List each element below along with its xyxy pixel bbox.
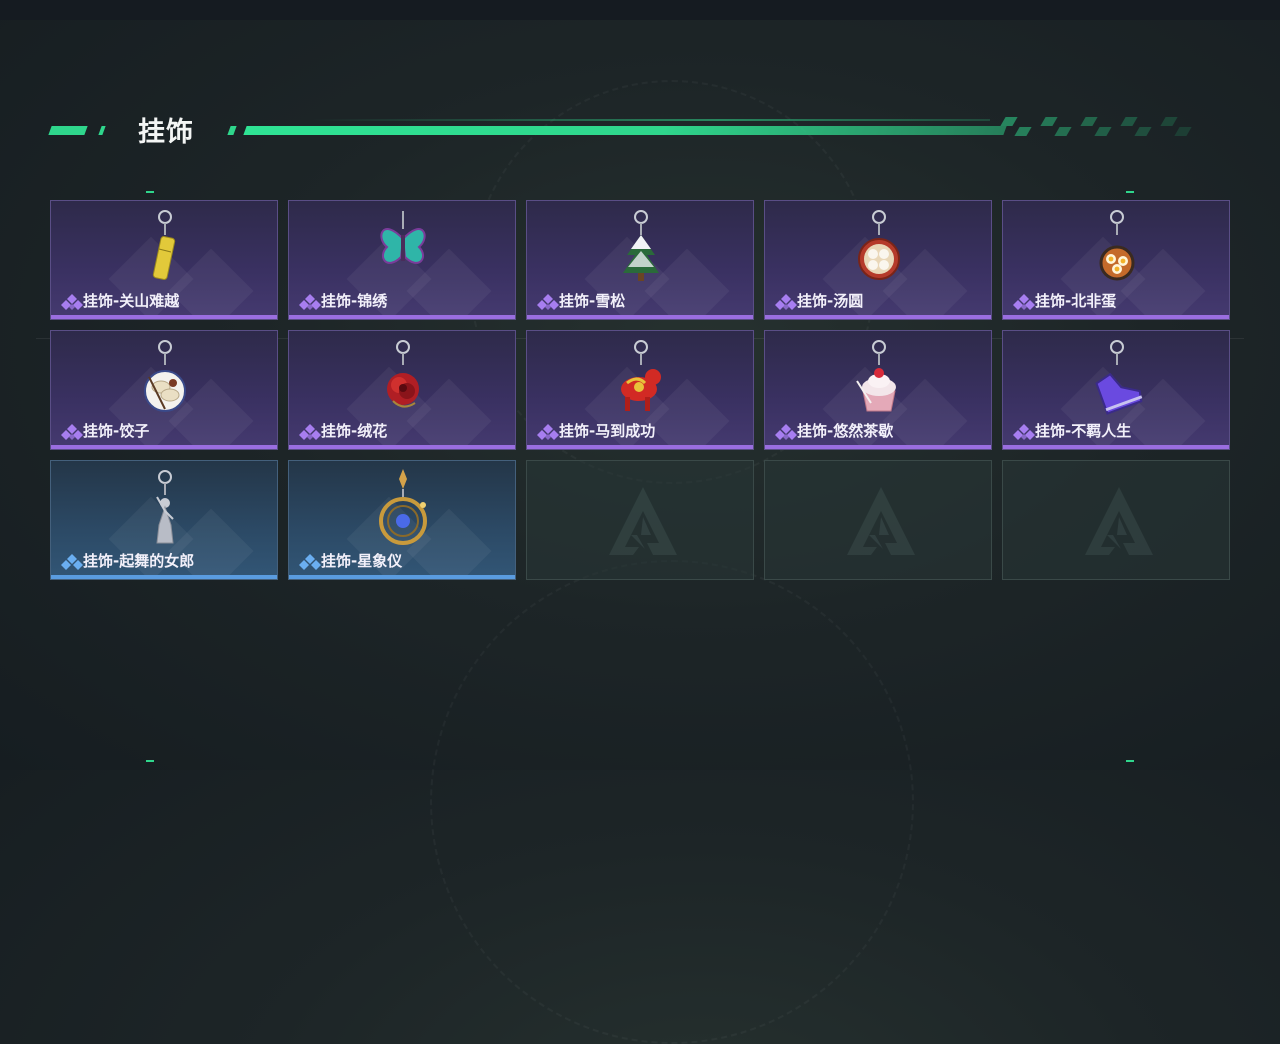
charm-card[interactable]: 挂饰-饺子 [50, 330, 278, 450]
corner-tick [146, 760, 154, 762]
purple-rarity-icon [775, 294, 797, 312]
empty-slot [526, 460, 754, 580]
charm-name: 挂饰-起舞的女郎 [83, 552, 195, 570]
header-checker-pattern [995, 117, 1200, 136]
purple-rarity-icon [61, 424, 83, 442]
rarity-underline [527, 445, 753, 449]
charm-name: 挂饰-饺子 [83, 422, 150, 440]
dumpling-plate-charm-icon [144, 340, 186, 412]
corner-tick [146, 191, 154, 193]
corner-tick [1126, 760, 1134, 762]
gold-bar-charm-icon [152, 210, 176, 280]
charm-card[interactable]: 挂饰-起舞的女郎 [50, 460, 278, 580]
game-logo-placeholder-icon [609, 487, 677, 555]
header-thin-line [310, 119, 990, 121]
red-horse-charm-icon [621, 340, 661, 411]
purple-rarity-icon [1013, 294, 1035, 312]
sneaker-charm-icon [1095, 340, 1143, 415]
corner-tick [1126, 191, 1134, 193]
charm-name: 挂饰-锦绣 [321, 292, 388, 310]
charm-name: 挂饰-绒花 [321, 422, 388, 440]
charm-card[interactable]: 挂饰-绒花 [288, 330, 516, 450]
empty-slot [1002, 460, 1230, 580]
charm-card[interactable]: 挂饰-星象仪 [288, 460, 516, 580]
charm-name: 挂饰-关山难越 [83, 292, 180, 310]
empty-slot [764, 460, 992, 580]
rarity-underline [765, 445, 991, 449]
cupcake-charm-icon [856, 340, 896, 412]
header-accent [98, 126, 106, 135]
rarity-underline [51, 315, 277, 319]
rarity-underline [289, 575, 515, 579]
rarity-underline [527, 315, 753, 319]
charm-name: 挂饰-雪松 [559, 292, 626, 310]
blue-rarity-icon [299, 554, 321, 572]
purple-rarity-icon [1013, 424, 1035, 442]
background-ring [430, 560, 914, 1044]
charm-card[interactable]: 挂饰-不羁人生 [1002, 330, 1230, 450]
game-logo-placeholder-icon [847, 487, 915, 555]
butterfly-charm-icon [380, 211, 426, 264]
blue-rarity-icon [61, 554, 83, 572]
top-bar [0, 0, 1280, 20]
rarity-underline [51, 445, 277, 449]
purple-rarity-icon [537, 294, 559, 312]
purple-rarity-icon [775, 424, 797, 442]
snowy-pine-charm-icon [623, 210, 659, 281]
charm-name: 挂饰-马到成功 [559, 422, 656, 440]
rarity-underline [1003, 445, 1229, 449]
velvet-flower-charm-icon [387, 340, 419, 408]
shakshuka-charm-icon [1099, 210, 1135, 281]
header-accent [48, 126, 88, 135]
section-title: 挂饰 [138, 117, 194, 148]
purple-rarity-icon [61, 294, 83, 312]
rarity-underline [51, 575, 277, 579]
rarity-underline [289, 315, 515, 319]
purple-rarity-icon [299, 294, 321, 312]
charm-card[interactable]: 挂饰-马到成功 [526, 330, 754, 450]
header-accent [227, 126, 237, 135]
rarity-underline [1003, 315, 1229, 319]
astrolabe-charm-icon [379, 469, 427, 545]
tangyuan-bowl-charm-icon [858, 210, 900, 280]
charm-card[interactable]: 挂饰-锦绣 [288, 200, 516, 320]
charm-card[interactable]: 挂饰-北非蛋 [1002, 200, 1230, 320]
charm-name: 挂饰-不羁人生 [1035, 422, 1132, 440]
charm-name: 挂饰-悠然茶歇 [797, 422, 894, 440]
rarity-underline [765, 315, 991, 319]
purple-rarity-icon [537, 424, 559, 442]
purple-rarity-icon [299, 424, 321, 442]
charm-name: 挂饰-汤圆 [797, 292, 864, 310]
dancer-statue-charm-icon [156, 470, 174, 544]
charm-card[interactable]: 挂饰-雪松 [526, 200, 754, 320]
rarity-underline [289, 445, 515, 449]
charm-name: 挂饰-北非蛋 [1035, 292, 1117, 310]
charm-name: 挂饰-星象仪 [321, 552, 403, 570]
charm-card[interactable]: 挂饰-汤圆 [764, 200, 992, 320]
charm-card[interactable]: 挂饰-悠然茶歇 [764, 330, 992, 450]
charm-card[interactable]: 挂饰-关山难越 [50, 200, 278, 320]
header-bar [243, 126, 1007, 135]
game-logo-placeholder-icon [1085, 487, 1153, 555]
